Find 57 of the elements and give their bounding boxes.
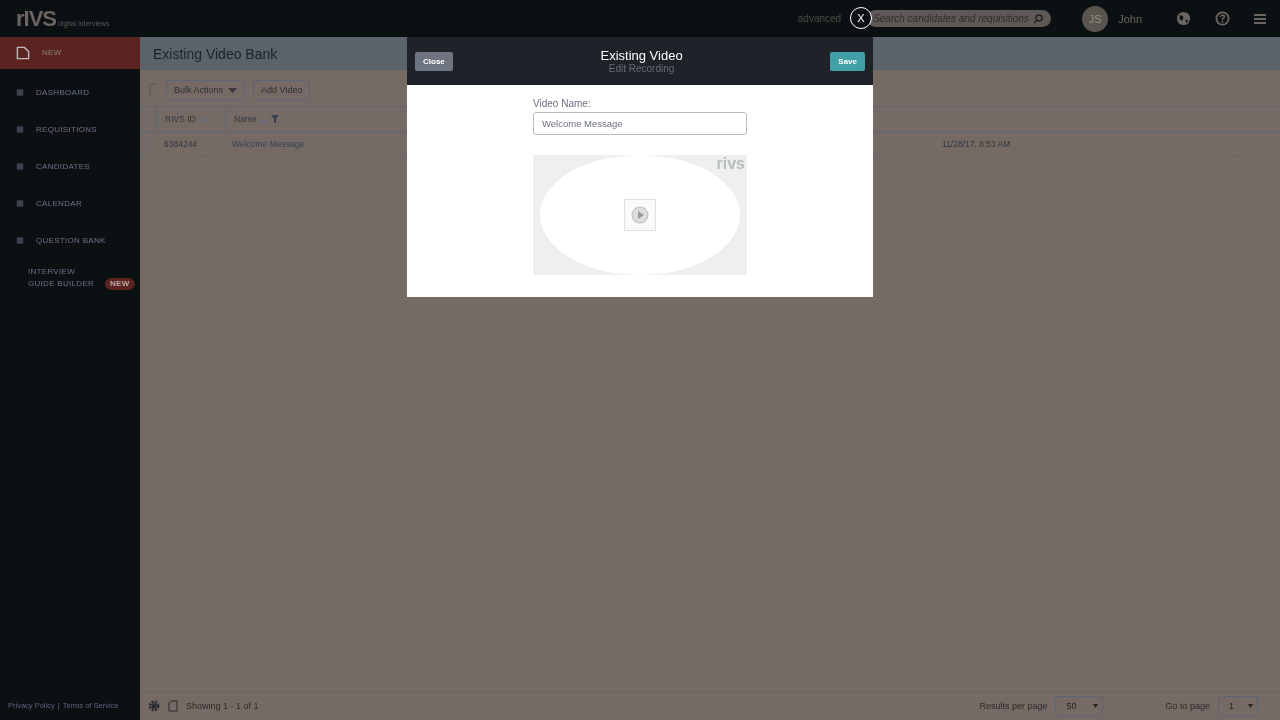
sidebar-item-icon — [16, 162, 24, 171]
sidebar-item-label: INTERVIEW GUIDE BUILDER — [28, 265, 96, 290]
sidebar-item[interactable]: CALENDAR — [0, 185, 140, 222]
dialog-subtitle: Edit Recording — [607, 63, 676, 74]
sidebar-item-label: REQUISITIONS — [36, 123, 97, 136]
play-button[interactable] — [624, 199, 656, 231]
sidebar-item-label: CANDIDATES — [36, 160, 90, 173]
sidebar-item-label: DASHBOARD — [36, 86, 90, 99]
sort-icon — [198, 116, 207, 122]
settings-icon[interactable] — [148, 700, 160, 712]
bulk-actions-button[interactable]: Bulk Actions — [166, 80, 246, 100]
caret-icon — [1248, 704, 1253, 708]
new-badge: NEW — [105, 277, 135, 290]
dialog-title: Existing Video — [599, 48, 684, 63]
globe-icon[interactable] — [1176, 11, 1191, 26]
search-icon — [1033, 13, 1044, 24]
table-cell-text: 6384244 — [163, 139, 199, 149]
go-to-page-label: Go to page — [1165, 701, 1210, 711]
advanced-search-link[interactable]: advanced — [797, 13, 842, 24]
help-icon[interactable] — [1215, 11, 1230, 26]
close-button[interactable]: Close — [415, 51, 453, 71]
play-icon — [631, 206, 649, 224]
user-avatar[interactable]: JS — [1082, 5, 1109, 32]
sidebar-item-label: QUESTION BANK — [36, 234, 106, 247]
results-count: Showing 1 - 1 of 1 — [186, 701, 259, 711]
page-select[interactable]: 1 — [1218, 696, 1258, 716]
sidebar-item-icon — [16, 45, 30, 61]
sidebar-item[interactable]: NEW — [0, 37, 140, 69]
menu-icon[interactable] — [1254, 12, 1266, 25]
sidebar-item-icon — [16, 125, 24, 134]
sidebar-item-icon — [16, 199, 24, 208]
video-name-field[interactable]: Welcome Message — [533, 112, 747, 135]
sidebar-item[interactable]: CANDIDATES — [0, 148, 140, 185]
add-video-button[interactable]: Add Video — [253, 80, 311, 100]
results-per-page-select[interactable]: 50 — [1055, 696, 1104, 716]
sidebar-item-icon — [16, 236, 24, 245]
field-label: Video Name: — [533, 98, 592, 109]
sidebar-item[interactable]: QUESTION BANK — [0, 222, 140, 259]
sidebar-item[interactable]: DASHBOARD — [0, 74, 140, 111]
sort-icon — [259, 116, 268, 122]
column-header[interactable]: Name — [225, 107, 374, 131]
logo[interactable]: rIVS — [16, 5, 57, 32]
sidebar-item-icon — [16, 88, 24, 97]
sidebar-item[interactable]: REQUISITIONS — [0, 111, 140, 148]
caret-icon — [228, 87, 238, 93]
document-icon[interactable] — [168, 700, 178, 712]
caret-icon — [1093, 704, 1099, 708]
user-name[interactable]: John — [1118, 12, 1142, 25]
filter-icon — [270, 115, 279, 123]
results-per-page-label: Results per page — [979, 701, 1048, 711]
column-header[interactable]: RIVS ID — [156, 107, 225, 131]
sidebar-item[interactable]: INTERVIEW GUIDE BUILDER NEW — [0, 259, 140, 296]
sidebar-item-label: NEW — [42, 47, 62, 59]
sidebar-item-label: CALENDAR — [36, 197, 82, 210]
save-button[interactable]: Save — [830, 51, 865, 71]
table-cell: 11/28/17, 8:53 AM — [942, 139, 1011, 149]
page-title: Existing Video Bank — [153, 45, 278, 62]
